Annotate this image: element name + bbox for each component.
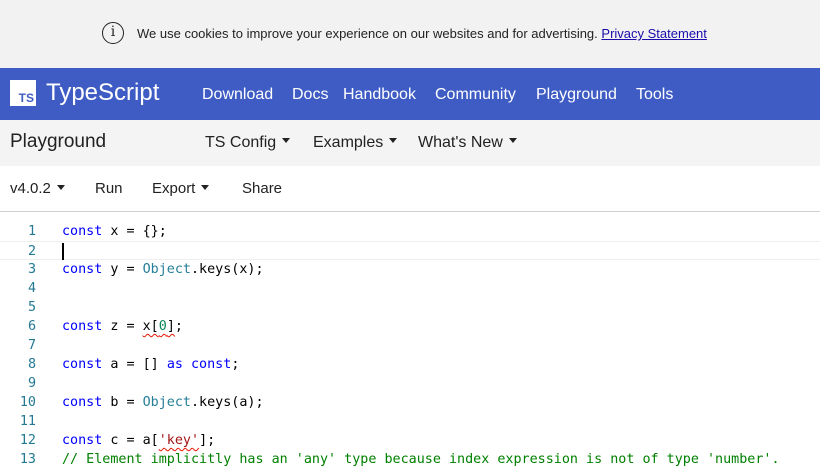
version-label: v4.0.2 <box>10 180 51 197</box>
nav-playground[interactable]: Playground <box>536 86 617 104</box>
chevron-down-icon <box>282 138 291 144</box>
code-editor[interactable]: 1 const x = {}; 2 3 const y = Object.key… <box>0 213 820 474</box>
class-name: Object <box>142 262 191 277</box>
class-name: Object <box>142 395 191 410</box>
code-line[interactable]: 7 <box>0 336 820 355</box>
error-squiggle[interactable]: x[0] <box>143 319 175 334</box>
line-number: 1 <box>27 224 36 239</box>
line-number: 6 <box>27 319 36 334</box>
chevron-down-icon <box>56 184 65 190</box>
whats-new-menu[interactable]: What's New <box>418 134 517 152</box>
keyword: const <box>62 395 103 410</box>
info-icon: i <box>102 22 124 44</box>
line-number: 11 <box>19 414 36 429</box>
code-token: c = a[ <box>102 433 159 448</box>
cookie-banner: i We use cookies to improve your experie… <box>0 0 820 68</box>
code-token: ] <box>166 319 175 334</box>
line-number: 4 <box>27 281 36 296</box>
line-number: 13 <box>19 452 36 467</box>
line-number: 8 <box>27 357 36 372</box>
whats-new-label: What's New <box>418 134 503 151</box>
line-number: 3 <box>27 262 36 277</box>
keyword: const <box>62 319 103 334</box>
code-text: const z = x[0]; <box>62 317 183 336</box>
code-line[interactable]: 12 const c = a['key']; <box>0 431 820 450</box>
code-token: x[ <box>142 319 159 334</box>
editor-toolbar: v4.0.2 Run Export Share <box>0 166 820 212</box>
code-text: const x = {}; <box>62 222 167 241</box>
line-number: 2 <box>27 244 36 259</box>
string-literal[interactable]: 'key' <box>159 433 199 448</box>
code-token: ]; <box>199 433 216 448</box>
code-text: const y = Object.keys(x); <box>62 260 264 279</box>
ts-config-menu[interactable]: TS Config <box>205 134 291 152</box>
nav-community[interactable]: Community <box>435 86 516 104</box>
number-literal: 0 <box>158 319 167 334</box>
version-select[interactable]: v4.0.2 <box>10 180 65 197</box>
line-number: 10 <box>19 395 36 410</box>
code-text: const b = Object.keys(a); <box>62 393 264 412</box>
keyword: const <box>62 433 103 448</box>
page-title: Playground <box>10 131 107 152</box>
current-code-line[interactable]: 2 <box>0 241 820 260</box>
code-token: ; <box>174 319 183 334</box>
chevron-down-icon <box>508 138 517 144</box>
code-line[interactable]: 4 <box>0 279 820 298</box>
keyword: const <box>62 357 103 372</box>
nav-handbook[interactable]: Handbook <box>343 86 416 104</box>
playground-header: Playground TS Config Examples What's New <box>0 120 820 166</box>
code-line[interactable]: 10 const b = Object.keys(a); <box>0 393 820 412</box>
examples-label: Examples <box>313 134 384 151</box>
code-token: y = <box>102 262 143 277</box>
ts-config-label: TS Config <box>205 134 277 151</box>
line-number: 9 <box>27 376 36 391</box>
share-button[interactable]: Share <box>242 180 282 197</box>
code-token: b = <box>102 395 143 410</box>
top-navigation: TS TypeScript Download Docs Handbook Com… <box>0 68 820 120</box>
line-number: 5 <box>27 300 36 315</box>
code-token: z = <box>102 319 143 334</box>
typescript-logo[interactable]: TS <box>10 80 36 106</box>
text-cursor <box>62 243 64 260</box>
brand-name[interactable]: TypeScript <box>46 79 159 107</box>
chevron-down-icon <box>201 184 210 190</box>
keyword: const <box>62 224 103 239</box>
code-token: a = [] <box>102 357 167 372</box>
code-line[interactable]: 11 <box>0 412 820 431</box>
code-token: ; <box>231 357 240 372</box>
code-line[interactable]: 13 // Element implicitly has an 'any' ty… <box>0 450 820 469</box>
nav-download[interactable]: Download <box>202 86 273 104</box>
keyword: const <box>62 262 103 277</box>
keyword: as <box>166 357 183 372</box>
run-button[interactable]: Run <box>95 180 123 197</box>
chevron-down-icon <box>389 138 398 144</box>
logo-text: TS <box>18 91 34 105</box>
keyword: const <box>191 357 232 372</box>
cookie-message-text: We use cookies to improve your experienc… <box>137 26 598 41</box>
code-line[interactable]: 8 const a = [] as const; <box>0 355 820 374</box>
line-number: 7 <box>27 338 36 353</box>
nav-docs[interactable]: Docs <box>292 86 328 104</box>
export-menu[interactable]: Export <box>152 180 210 197</box>
code-line[interactable]: 1 const x = {}; <box>0 222 820 241</box>
code-token: x = {}; <box>102 224 167 239</box>
code-text: const c = a['key']; <box>62 431 215 450</box>
line-number: 12 <box>19 433 36 448</box>
privacy-statement-link[interactable]: Privacy Statement <box>601 26 707 41</box>
code-token: .keys(x); <box>191 262 264 277</box>
code-line[interactable]: 3 const y = Object.keys(x); <box>0 260 820 279</box>
code-token: .keys(a); <box>191 395 264 410</box>
code-comment: // Element implicitly has an 'any' type … <box>62 452 780 467</box>
code-text: const a = [] as const; <box>62 355 239 374</box>
code-line[interactable]: 6 const z = x[0]; <box>0 317 820 336</box>
examples-menu[interactable]: Examples <box>313 134 398 152</box>
nav-tools[interactable]: Tools <box>636 86 673 104</box>
export-label: Export <box>152 180 196 197</box>
cookie-message: We use cookies to improve your experienc… <box>137 26 707 41</box>
code-line[interactable]: 5 <box>0 298 820 317</box>
code-line[interactable]: 9 <box>0 374 820 393</box>
